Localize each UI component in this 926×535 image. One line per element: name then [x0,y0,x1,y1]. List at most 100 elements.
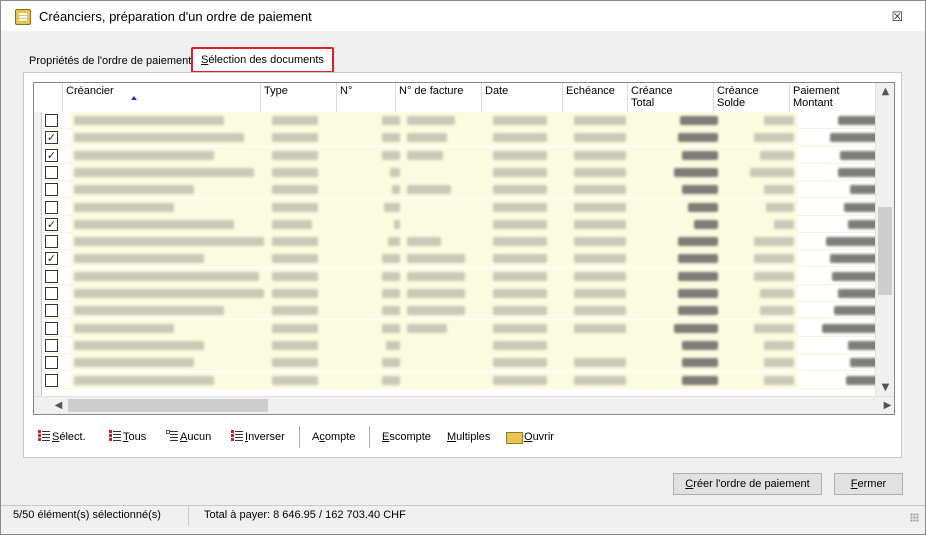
column-number[interactable]: N° [337,83,396,112]
select-none-icon [166,430,178,442]
scroll-up-icon[interactable]: ▲ [876,83,894,100]
vertical-scroll-thumb[interactable] [878,207,892,295]
column-type[interactable]: Type [261,83,337,112]
redacted-value [574,289,626,298]
scroll-left-icon[interactable]: ◀ [50,397,67,414]
table-row[interactable]: ✓ [42,129,878,147]
row-checkbox[interactable] [45,269,58,283]
table-cell [490,354,571,372]
row-selector-column [34,83,42,414]
table-row[interactable] [42,198,878,216]
scroll-down-icon[interactable]: ▼ [876,379,894,396]
table-cell [71,285,269,302]
create-label: réer l'ordre de paiement [693,478,810,490]
table-cell [345,146,404,164]
table-row[interactable] [42,112,878,129]
table-cell [404,146,490,164]
redacted-value [392,185,400,195]
discount-button[interactable]: Escompte [382,426,431,448]
row-checkbox[interactable] [45,373,58,387]
row-checkbox[interactable] [45,183,58,197]
column-claim-total[interactable]: Créance Total [628,83,714,112]
table-cell [71,198,269,216]
table-cell [345,319,404,337]
table-row[interactable] [42,233,878,251]
sort-ascending-icon [131,96,137,100]
redacted-value [678,237,718,247]
column-payment-amount[interactable]: Paiement Montant [790,83,874,112]
redacted-value [272,237,318,247]
header-checkbox-column [42,83,63,112]
select-none-button[interactable]: Aucun [166,426,211,448]
scroll-right-icon[interactable]: ▶ [879,397,894,414]
row-checkbox[interactable]: ✓ [45,131,58,145]
table-row[interactable]: ✓ [42,146,878,164]
select-button[interactable]: Sélect. [38,426,86,448]
redacted-value [74,375,214,385]
create-payment-order-button[interactable]: Créer l'ordre de paiement [673,473,822,495]
table-cell [571,163,636,181]
invert-selection-button[interactable]: Inverser [231,426,285,448]
redacted-value [754,254,794,264]
tab-panel: Créancier Type N° N° de facture Date Ech… [23,72,902,458]
select-none-label: ucun [187,431,212,443]
table-cell [571,267,636,285]
resize-grip-icon[interactable] [910,513,919,522]
tab-payment-order-properties[interactable]: Propriétés de l'ordre de paiement [23,51,197,73]
redacted-value [272,202,318,212]
row-checkbox[interactable] [45,356,58,370]
table-row[interactable] [42,302,878,320]
redacted-value [407,323,447,333]
table-row[interactable] [42,285,878,302]
redacted-value [382,289,400,298]
table-cell [636,285,722,302]
vertical-scrollbar[interactable]: ▲ ▼ [875,83,894,396]
column-invoice-number[interactable]: N° de facture [396,83,482,112]
redacted-value [407,185,451,195]
row-checkbox[interactable] [45,338,58,352]
select-all-button[interactable]: Tous [109,426,146,448]
table-row[interactable] [42,371,878,389]
redacted-value [674,323,718,333]
table-cell [269,319,345,337]
row-checkbox[interactable] [45,287,58,300]
row-checkbox[interactable] [45,114,58,127]
table-row[interactable]: ✓ [42,250,878,268]
table-row[interactable] [42,163,878,181]
row-checkbox[interactable] [45,321,58,335]
horizontal-scrollbar[interactable]: ◀ ▶ [34,396,894,414]
selection-toolbar: Sélect. Tous Aucun Inverser Acompte Esco… [38,426,638,448]
row-checkbox[interactable] [45,304,58,318]
row-checkbox[interactable] [45,165,58,179]
open-button[interactable]: Ouvrir [506,426,554,448]
row-checkbox[interactable]: ✓ [45,148,58,162]
horizontal-scroll-thumb[interactable] [68,399,268,412]
total-to-pay: Total à payer: 8 646.95 / 162 703.40 CHF [204,509,406,521]
close-button[interactable]: Fermer [834,473,903,495]
table-row[interactable] [42,319,878,337]
column-claim-balance[interactable]: Créance Solde [714,83,790,112]
row-checkbox[interactable]: ✓ [45,217,58,231]
multiple-button[interactable]: Multiples [447,426,490,448]
redacted-value [838,167,878,177]
table-cell [722,163,798,181]
table-row[interactable] [42,336,878,354]
table-cell [71,215,269,233]
redacted-value [848,340,878,350]
redacted-value [382,150,400,160]
table-row[interactable] [42,267,878,285]
column-date[interactable]: Date [482,83,563,112]
table-row[interactable]: ✓ [42,215,878,233]
tab-document-selection[interactable]: Sélection des documents [191,47,334,73]
table-row[interactable] [42,181,878,199]
table-row[interactable] [42,354,878,372]
column-creditor[interactable]: Créancier [63,83,261,112]
row-checkbox[interactable] [45,235,58,249]
close-icon[interactable]: ☒ [891,10,903,25]
column-due-date[interactable]: Echéance [563,83,628,112]
table-cell [490,112,571,129]
table-cell [345,302,404,320]
row-checkbox[interactable]: ✓ [45,252,58,266]
deposit-button[interactable]: Acompte [312,426,355,448]
row-checkbox[interactable] [45,200,58,214]
